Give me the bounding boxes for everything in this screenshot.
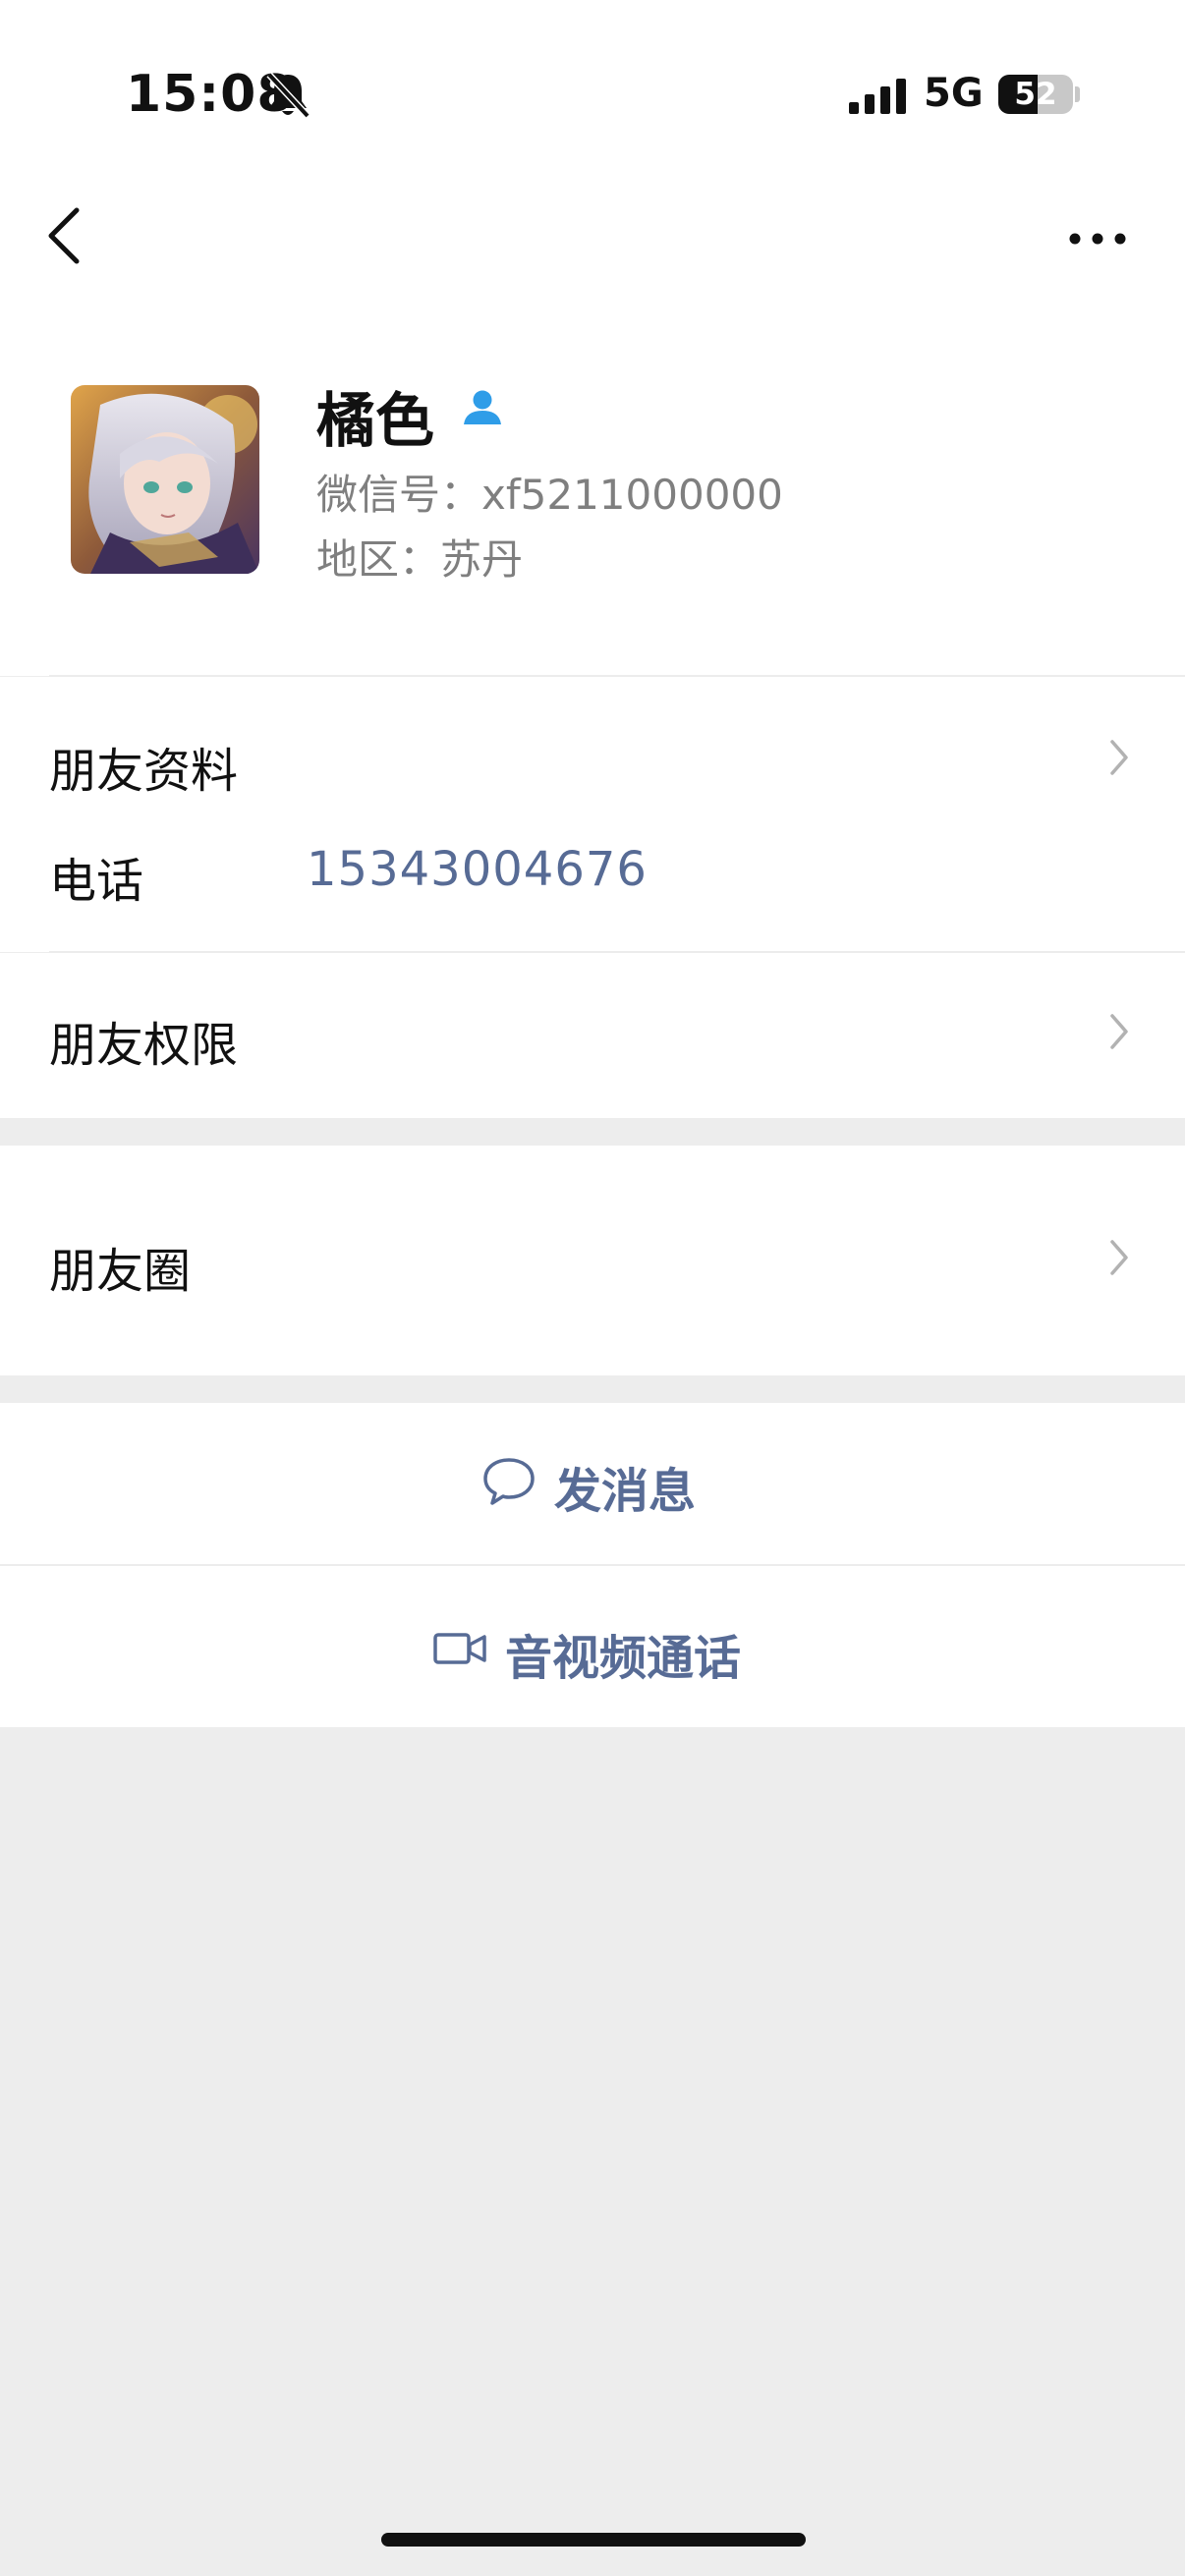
friend-permissions-row[interactable]: 朋友权限 [0,953,1185,1118]
video-camera-icon [433,1633,486,1664]
bell-off-icon [266,72,310,119]
chevron-right-icon [1110,1014,1128,1049]
send-message-label: 发消息 [554,1464,697,1519]
wechat-id: 微信号：xf5211000000 [316,471,783,519]
person-icon [464,390,501,424]
more-options-button[interactable] [1063,216,1132,261]
signal-bars-icon [849,79,906,114]
moments-row[interactable]: 朋友圈 [0,1146,1185,1375]
back-button[interactable] [37,195,96,277]
network-type: 5G [924,71,984,116]
chevron-right-icon [1110,1240,1128,1275]
home-indicator[interactable] [381,2533,806,2547]
battery-icon: 52 [998,75,1073,114]
moments-label: 朋友圈 [49,1244,192,1299]
av-call-label: 音视频通话 [505,1631,742,1686]
av-call-button[interactable]: 音视频通话 [0,1566,1185,1727]
avatar-image [71,385,259,574]
phone-number-link[interactable]: 15343004676 [307,842,648,897]
battery-tip [1075,86,1080,102]
status-bar: 15:08 5G 52 [0,0,1185,187]
friend-info-section: 朋友资料 电话 15343004676 [0,677,1185,952]
chat-bubble-icon [483,1458,535,1505]
friend-info-label[interactable]: 朋友资料 [49,732,238,801]
battery-percentage: 52 [1014,77,1057,112]
chevron-right-icon[interactable] [1104,734,1134,781]
send-message-button[interactable]: 发消息 [0,1403,1185,1564]
avatar[interactable] [71,385,259,574]
region: 地区：苏丹 [316,535,524,584]
phone-label: 电话 [49,854,144,909]
profile-header: 橘色 微信号：xf5211000000 地区：苏丹 [0,324,1185,676]
profile-name: 橘色 [316,387,434,456]
friend-permissions-label: 朋友权限 [49,1018,239,1073]
